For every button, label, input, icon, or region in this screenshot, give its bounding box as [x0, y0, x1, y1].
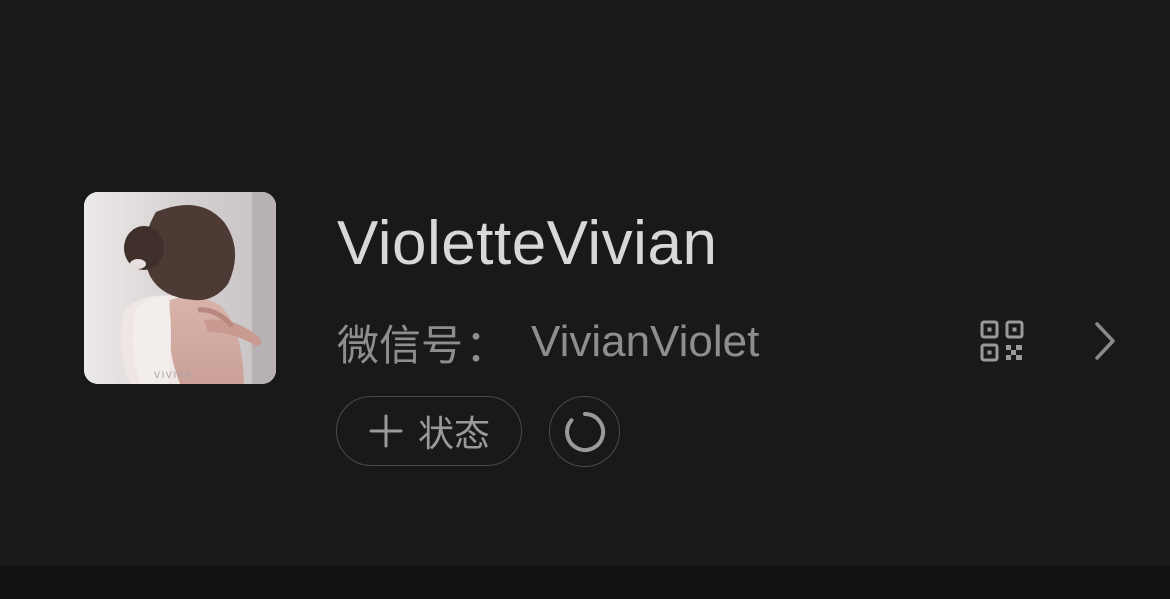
status-ring-button[interactable]	[549, 396, 620, 467]
add-status-button[interactable]: 状态	[336, 396, 522, 466]
status-label: 状态	[417, 414, 490, 455]
profile-card: VIVIAN VioletteVivian 微信号： VivianViolet	[0, 0, 1170, 566]
qr-code-icon[interactable]	[980, 320, 1024, 362]
wechat-id-value: VivianViolet	[531, 317, 760, 366]
wechat-id-label: 微信号	[337, 320, 464, 370]
chevron-right-icon[interactable]	[1088, 318, 1120, 364]
section-divider	[0, 566, 1170, 599]
avatar-watermark: VIVIAN	[154, 371, 194, 381]
avatar[interactable]: VIVIAN	[84, 192, 276, 384]
nickname: VioletteVivian	[337, 209, 718, 278]
wechat-id-colon: ：	[465, 322, 510, 371]
wechat-id-row[interactable]: 微信号： VivianViolet	[337, 314, 760, 371]
loading-ring-icon	[564, 411, 605, 452]
plus-icon	[368, 413, 404, 449]
avatar-photo: VIVIAN	[84, 192, 276, 384]
